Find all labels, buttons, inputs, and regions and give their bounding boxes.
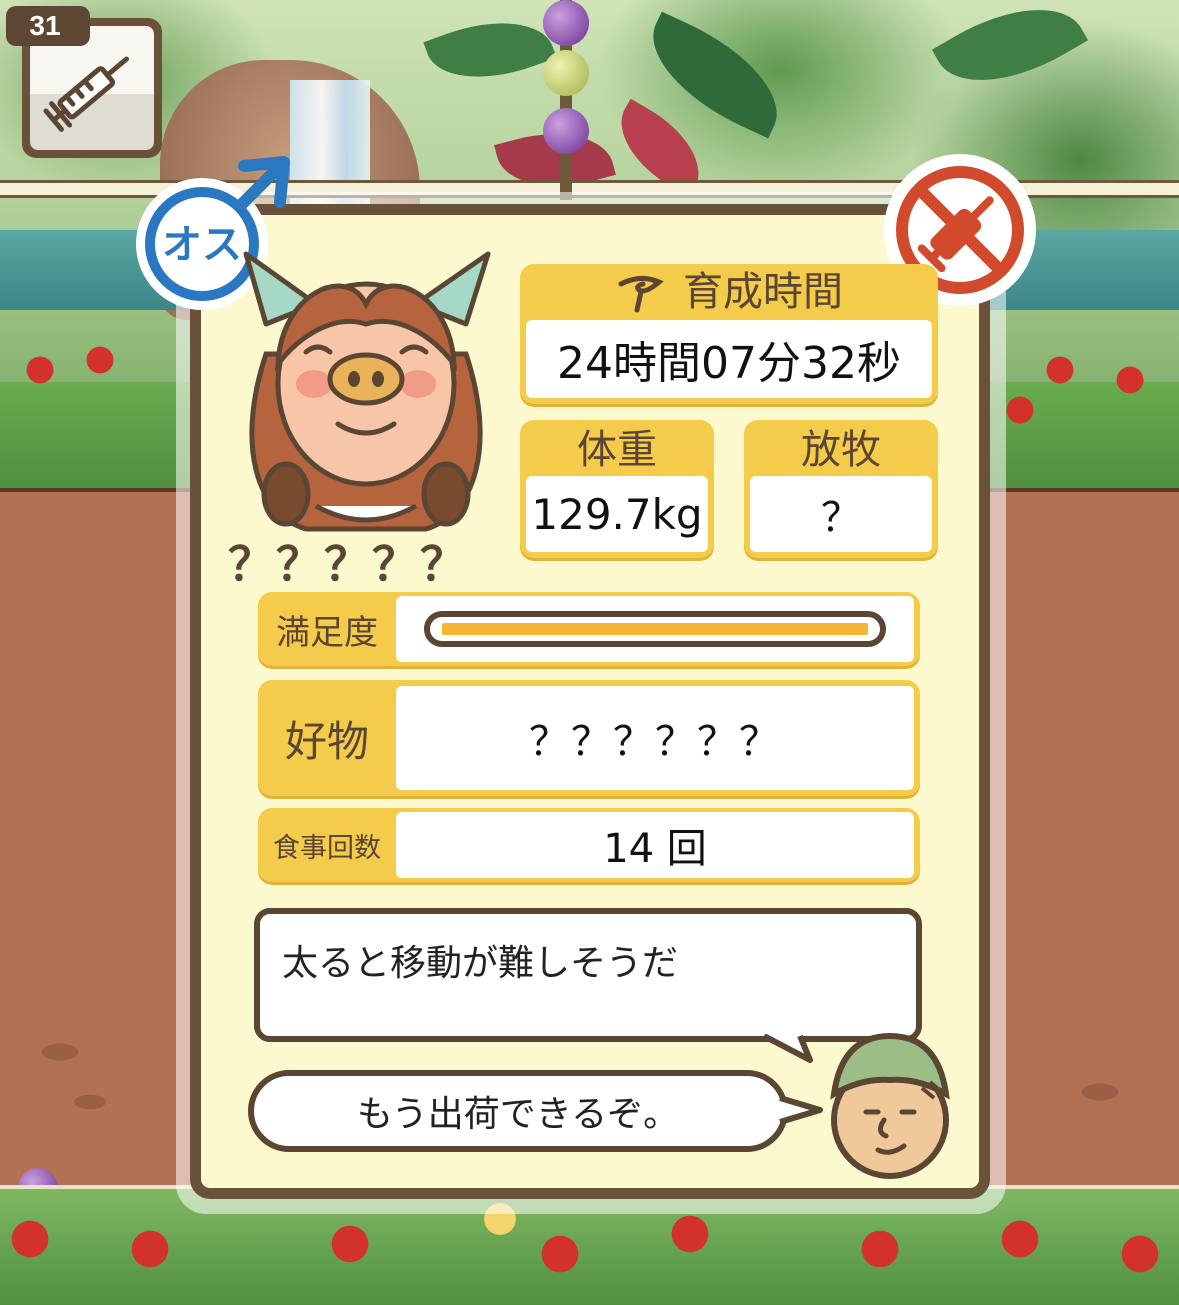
grazing-label: 放牧 (801, 427, 881, 473)
grazing-value: ？ (821, 495, 861, 541)
pig-name: ？？？？？ (228, 537, 468, 591)
tail-icon (618, 276, 664, 313)
satisfaction-bar (424, 611, 886, 647)
growth-time-label: 育成時間 (683, 269, 843, 315)
favorite-food-label: 好物 (284, 716, 369, 766)
meal-count-row: 食事回数 14 回 (258, 808, 920, 882)
favorite-food-row: 好物 ？？？？？？ (258, 680, 920, 796)
weight-value: 129.7kg (531, 489, 703, 539)
farmer-bubble-tail (779, 1095, 823, 1125)
syringe-icon (43, 56, 129, 132)
farmer-message-text: もう出荷できるぞ。 (356, 1094, 680, 1135)
pig-comment-bubble: 太ると移動が難しそうだ (254, 908, 922, 1042)
meal-count-value: 14 回 (603, 826, 707, 872)
satisfaction-label: 満足度 (276, 612, 378, 653)
weight-box: 体重 129.7kg (520, 420, 714, 558)
satisfaction-bar-fill (442, 623, 868, 635)
comment-bubble-tail (762, 1034, 813, 1063)
farmer-message-bubble: もう出荷できるぞ。 (248, 1070, 788, 1152)
bead-ornament (543, 0, 589, 46)
favorite-food-value: ？？？？？？ (529, 719, 781, 765)
item-count-badge: 31 (6, 6, 90, 46)
growth-time-value: 24時間07分32秒 (557, 338, 901, 389)
weight-label: 体重 (577, 427, 657, 473)
growth-time-box: 育成時間 24時間07分32秒 (520, 264, 938, 404)
pig-comment-text: 太ると移動が難しそうだ (282, 943, 679, 984)
bead-ornament (543, 108, 589, 154)
pig-portrait (243, 251, 491, 532)
satisfaction-row: 満足度 (258, 592, 920, 666)
meal-count-label: 食事回数 (273, 832, 381, 864)
bead-ornament (543, 50, 589, 96)
farmer-avatar[interactable] (822, 1028, 958, 1180)
grazing-box: 放牧 ？ (744, 420, 938, 558)
